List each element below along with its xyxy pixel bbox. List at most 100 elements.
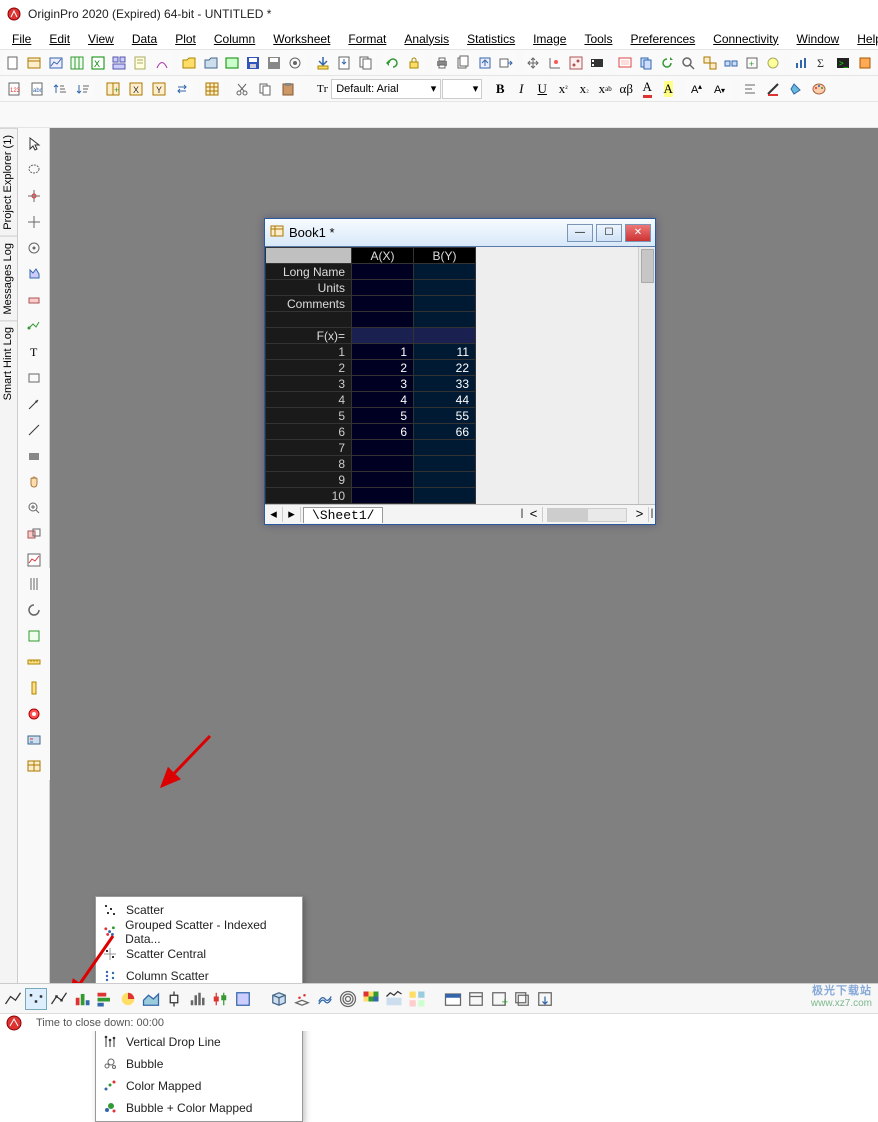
recalculate-icon[interactable] [383,52,403,74]
stock-plot-icon[interactable] [209,988,231,1010]
extract-layer-icon[interactable] [534,988,556,1010]
minimize-button[interactable]: — [567,224,593,242]
row-7[interactable]: 7 [266,440,352,456]
menu-item-color-mapped[interactable]: Color Mapped [96,1075,302,1097]
line-plot-icon[interactable] [2,988,24,1010]
col-header-a[interactable]: A(X) [352,248,414,264]
worksheet-grid[interactable]: A(X) B(Y) Long Name Units Comments F(x)=… [265,247,476,504]
menu-view[interactable]: View [80,30,122,48]
close-button[interactable]: ✕ [625,224,651,242]
tab-nav-right[interactable]: ▸ [283,507,301,522]
new-project-icon[interactable] [3,52,23,74]
col-header-b[interactable]: B(Y) [414,248,476,264]
import-data-icon[interactable]: abc [26,78,48,100]
line-icon[interactable] [21,418,47,442]
box-plot-icon[interactable] [163,988,185,1010]
import-csv-icon[interactable]: 123 [3,78,25,100]
hand-icon[interactable] [21,470,47,494]
screen-reader-icon[interactable] [21,236,47,260]
send-graph-icon[interactable] [496,52,516,74]
menu-tools[interactable]: Tools [576,30,620,48]
row-9[interactable]: 9 [266,472,352,488]
new-notes-icon[interactable] [130,52,150,74]
add-column-icon[interactable]: + [102,78,124,100]
data-reader-icon[interactable] [21,184,47,208]
slide-icon[interactable] [615,52,635,74]
waterfall-icon[interactable] [232,988,254,1010]
coordinates-icon[interactable] [545,52,565,74]
menu-item-scatter-central[interactable]: Scatter Central [96,943,302,965]
highlight-icon[interactable]: A [658,79,678,99]
open-icon[interactable] [179,52,199,74]
video-icon[interactable] [587,52,607,74]
copy-icon[interactable] [254,78,276,100]
row-5[interactable]: 5 [266,408,352,424]
export-icon[interactable] [474,52,494,74]
app-icon-tb[interactable] [855,52,875,74]
hscroll-right[interactable]: > [631,507,649,522]
bold-icon[interactable]: B [490,79,510,99]
set-y-icon[interactable]: Y [148,78,170,100]
rect-annot-icon[interactable] [21,366,47,390]
underline-icon[interactable]: U [532,79,552,99]
copy-page-icon[interactable] [453,52,473,74]
roi-icon[interactable] [21,702,47,726]
row-1[interactable]: 1 [266,344,352,360]
add-plot-icon[interactable]: + [488,988,510,1010]
profile-icon[interactable] [383,988,405,1010]
restore-icon[interactable] [465,988,487,1010]
menu-image[interactable]: Image [525,30,574,48]
import-multiple-icon[interactable] [355,52,375,74]
new-workbook-icon[interactable] [24,52,44,74]
corner-cell[interactable] [266,248,352,264]
data-cursor-icon[interactable] [21,210,47,234]
sheet-tab[interactable]: \Sheet1/ [303,507,383,523]
lasso-icon[interactable] [21,158,47,182]
theme-icon[interactable] [763,52,783,74]
menu-data[interactable]: Data [124,30,165,48]
save-template-icon[interactable] [264,52,284,74]
project-explorer-tab[interactable]: Project Explorer (1) [0,128,17,236]
mask-icon[interactable] [21,288,47,312]
sigma-icon[interactable]: Σ [812,52,832,74]
italic-icon[interactable]: I [511,79,531,99]
alpha-beta-icon[interactable]: αβ [616,79,636,99]
more-plots-icon[interactable] [406,988,428,1010]
layer-icon[interactable] [511,988,533,1010]
rect-fill-icon[interactable] [21,444,47,468]
label-units[interactable]: Units [266,280,352,296]
messages-log-tab[interactable]: Messages Log [0,236,17,321]
superscript-icon[interactable]: x² [553,79,573,99]
legend-icon[interactable] [21,728,47,752]
import-wizard-icon[interactable] [313,52,333,74]
smart-hint-log-tab[interactable]: Smart Hint Log [0,320,17,406]
3d-xyz-icon[interactable] [268,988,290,1010]
arrow-icon[interactable] [21,392,47,416]
add-layer-icon[interactable]: + [742,52,762,74]
code-icon[interactable]: >_ [833,52,853,74]
extract-icon[interactable] [700,52,720,74]
label-comments[interactable]: Comments [266,296,352,312]
stats-icon[interactable] [791,52,811,74]
swap-icon[interactable] [171,78,193,100]
palette-icon[interactable] [808,78,830,100]
menu-connectivity[interactable]: Connectivity [705,30,786,48]
region-icon[interactable] [21,262,47,286]
vruler-icon[interactable] [21,676,47,700]
paste-icon[interactable] [277,78,299,100]
table-tool-icon[interactable] [21,754,47,778]
zoom-tool-icon[interactable] [21,496,47,520]
new-excel-icon[interactable]: X [88,52,108,74]
row-6[interactable]: 6 [266,424,352,440]
histogram-icon[interactable] [186,988,208,1010]
menu-item-grouped-scatter[interactable]: Grouped Scatter - Indexed Data... [96,921,302,943]
contour-icon[interactable] [337,988,359,1010]
menu-edit[interactable]: Edit [41,30,78,48]
workbook-titlebar[interactable]: Book1 * — ☐ ✕ [265,219,655,247]
ruler-icon[interactable] [21,650,47,674]
print-icon[interactable] [432,52,452,74]
sort-desc-icon[interactable] [72,78,94,100]
label-blank[interactable] [266,312,352,328]
template-lib-icon[interactable] [442,988,464,1010]
open-template-icon[interactable] [200,52,220,74]
